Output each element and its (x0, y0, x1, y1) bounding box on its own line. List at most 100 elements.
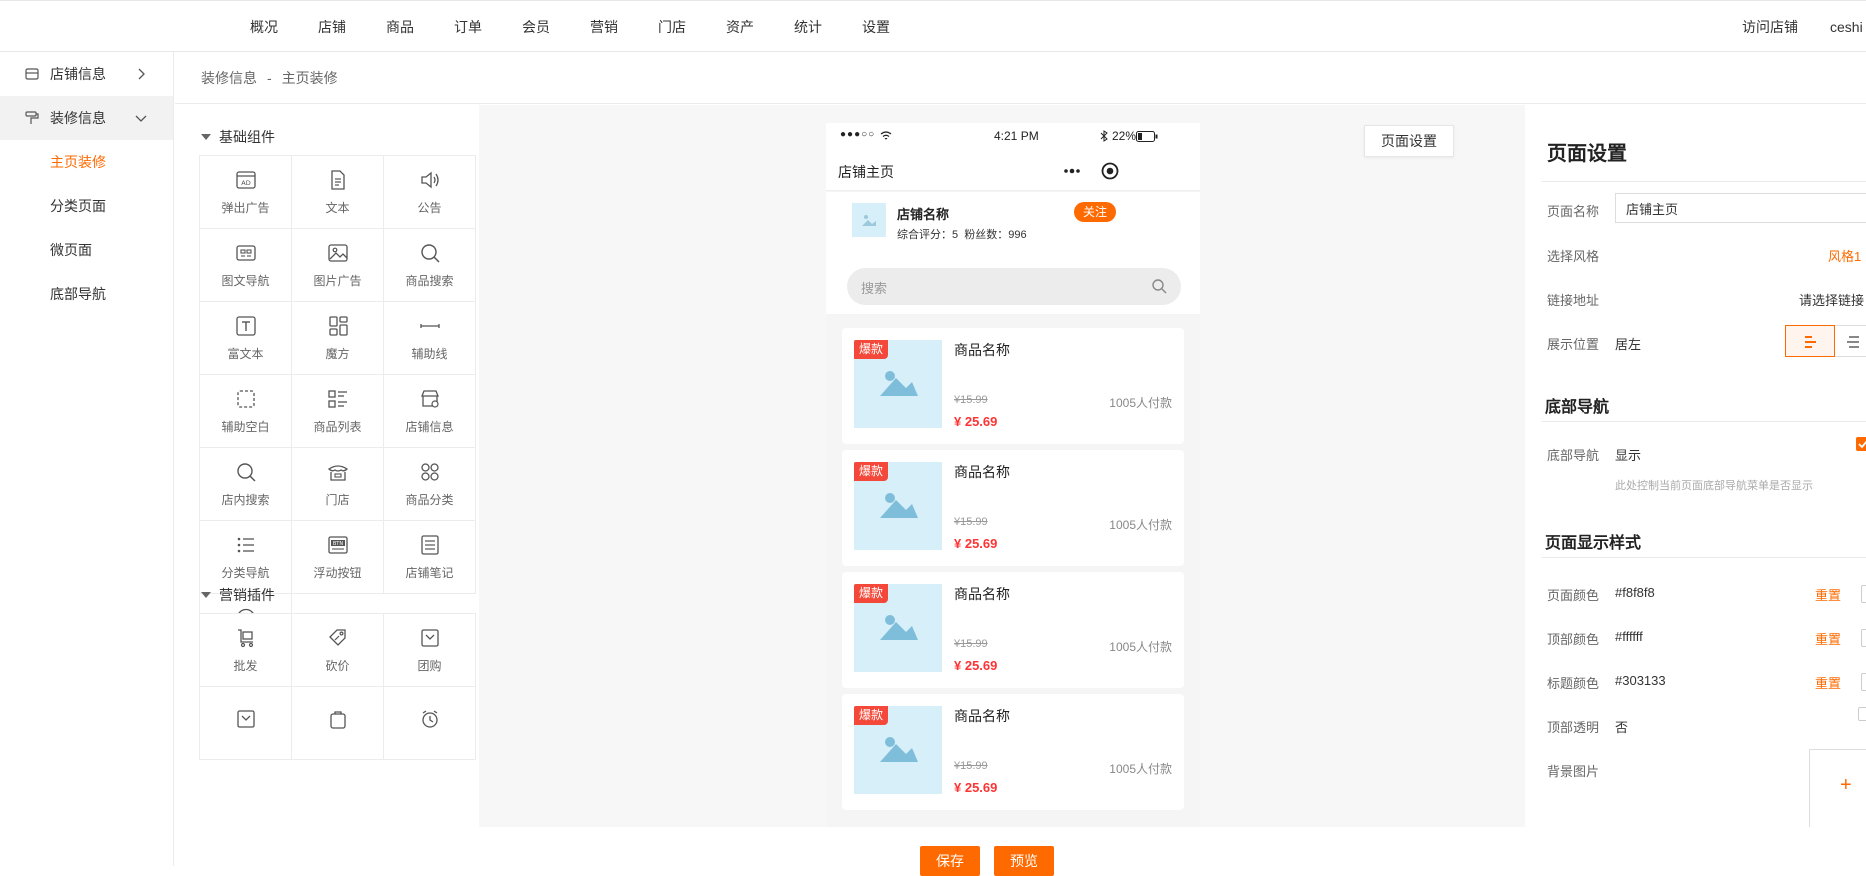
close-target-icon[interactable] (1100, 161, 1120, 181)
plugin-more-2[interactable] (291, 686, 384, 760)
search-icon (236, 462, 256, 482)
component-image-nav[interactable]: 图文导航 (199, 228, 292, 302)
component-text[interactable]: 文本 (291, 155, 384, 229)
nav-item-marketing[interactable]: 营销 (570, 17, 638, 37)
page-name-input[interactable] (1615, 193, 1866, 223)
nav-item-store[interactable]: 店铺 (298, 17, 366, 37)
product-card[interactable]: 爆款 商品名称 ¥15.99 1005人付款 ¥ 25.69 (842, 328, 1184, 444)
nav-item-settings[interactable]: 设置 (842, 17, 910, 37)
component-label: 弹出广告 (221, 200, 270, 215)
preview-button[interactable]: 预览 (994, 846, 1054, 876)
sidebar-item-micro-page[interactable]: 微页面 (0, 228, 173, 272)
sidebar-item-home-decoration[interactable]: 主页装修 (0, 140, 173, 184)
bottom-nav-value: 显示 (1615, 448, 1642, 463)
product-price: ¥ 25.69 (954, 536, 998, 551)
component-goods-category[interactable]: 商品分类 (383, 447, 476, 521)
component-goods-search[interactable]: 商品搜索 (383, 228, 476, 302)
component-in-store-search[interactable]: 店内搜索 (199, 447, 292, 521)
component-notice[interactable]: 公告 (383, 155, 476, 229)
sidebar-item-category-page[interactable]: 分类页面 (0, 184, 173, 228)
product-card[interactable]: 爆款 商品名称 ¥15.99 1005人付款 ¥ 25.69 (842, 694, 1184, 810)
component-popup-ad[interactable]: AD 弹出广告 (199, 155, 292, 229)
nav-item-stats[interactable]: 统计 (774, 17, 842, 37)
page-color-picker[interactable] (1861, 585, 1866, 603)
top-color-picker[interactable] (1861, 629, 1866, 647)
nav-item-goods[interactable]: 商品 (366, 17, 434, 37)
title-color-reset[interactable]: 重置 (1815, 673, 1841, 692)
plugin-more-3[interactable] (383, 686, 476, 760)
component-blank-space[interactable]: 辅助空白 (199, 374, 292, 448)
nav-item-overview[interactable]: 概况 (230, 17, 298, 37)
follow-button[interactable]: 关注 (1074, 202, 1116, 222)
basic-components-header[interactable]: 基础组件 (201, 127, 275, 147)
svg-text:BTN: BTN (332, 541, 342, 547)
phone-search-input[interactable]: 搜索 (847, 268, 1181, 305)
component-label: 辅助空白 (221, 419, 270, 434)
component-store-notes[interactable]: 店铺笔记 (383, 520, 476, 594)
sidebar-item-bottom-nav[interactable]: 底部导航 (0, 272, 173, 316)
nav-item-assets[interactable]: 资产 (706, 17, 774, 37)
title-color-value: #303133 (1615, 673, 1666, 688)
visit-store-link[interactable]: 访问店铺 (1742, 17, 1798, 37)
plugin-bargain[interactable]: 砍价 (291, 613, 384, 687)
product-name: 商品名称 (954, 464, 1010, 480)
align-center-toggle[interactable] (1835, 325, 1866, 357)
store-icon (25, 68, 39, 80)
link-select[interactable]: 请选择链接 (1799, 290, 1864, 309)
bottom-nav-checkbox[interactable] (1856, 437, 1866, 451)
page-setting-button[interactable]: 页面设置 (1364, 125, 1454, 157)
page-color-reset[interactable]: 重置 (1815, 585, 1841, 604)
component-guide-line[interactable]: 辅助线 (383, 301, 476, 375)
component-label: 分类导航 (221, 565, 270, 580)
hot-badge: 爆款 (854, 706, 889, 725)
top-color-reset[interactable]: 重置 (1815, 629, 1841, 648)
component-rich-text[interactable]: 富文本 (199, 301, 292, 375)
product-card[interactable]: 爆款 商品名称 ¥15.99 1005人付款 ¥ 25.69 (842, 450, 1184, 566)
section-title: 基础组件 (219, 129, 275, 145)
position-value: 居左 (1615, 337, 1642, 352)
component-label: 公告 (417, 200, 442, 215)
product-original-price: ¥15.99 (954, 760, 988, 772)
top-transparent-checkbox[interactable] (1858, 707, 1866, 721)
nav-item-orders[interactable]: 订单 (434, 17, 502, 37)
component-category-nav[interactable]: 分类导航 (199, 520, 292, 594)
battery-percent: 22% (1112, 129, 1137, 143)
product-original-price: ¥15.99 (954, 638, 988, 650)
bag-icon (329, 711, 346, 729)
product-price: ¥ 25.69 (954, 780, 998, 795)
divider (1541, 421, 1866, 422)
marketing-plugins-header[interactable]: 营销插件 (201, 585, 275, 605)
title-color-picker[interactable] (1861, 673, 1866, 691)
shop-name: 店铺名称 (897, 207, 950, 222)
save-button[interactable]: 保存 (920, 846, 980, 876)
phone-status-bar: ●●●○○ 4:21 PM 22% (826, 123, 1200, 151)
plugin-group-buy[interactable]: 团购 (383, 613, 476, 687)
more-dots-icon[interactable] (1062, 163, 1082, 179)
component-store-info[interactable]: 店铺信息 (383, 374, 476, 448)
envelope-icon (236, 710, 255, 728)
sidebar-group-decoration[interactable]: 装修信息 (0, 96, 173, 140)
product-price: ¥ 25.69 (954, 414, 998, 429)
plugin-wholesale[interactable]: 批发 (199, 613, 292, 687)
bg-image-upload[interactable]: + (1809, 749, 1866, 827)
component-floating-button[interactable]: BTN 浮动按钮 (291, 520, 384, 594)
top-color-value: #ffffff (1615, 629, 1643, 644)
user-name[interactable]: ceshi (1830, 19, 1863, 35)
nav-item-stores[interactable]: 门店 (638, 17, 706, 37)
plugin-more-1[interactable] (199, 686, 292, 760)
component-image-ad[interactable]: 图片广告 (291, 228, 384, 302)
product-card[interactable]: 爆款 商品名称 ¥15.99 1005人付款 ¥ 25.69 (842, 572, 1184, 688)
nav-item-members[interactable]: 会员 (502, 17, 570, 37)
align-left-toggle[interactable] (1785, 325, 1835, 357)
component-magic-cube[interactable]: 魔方 (291, 301, 384, 375)
component-store[interactable]: 门店 (291, 447, 384, 521)
sidebar-group-store-info[interactable]: 店铺信息 (0, 52, 173, 96)
product-sold-count: 1005人付款 (1109, 762, 1172, 776)
breadcrumb-parent[interactable]: 装修信息 (201, 68, 257, 88)
ad-icon: AD (235, 170, 256, 189)
breadcrumb-separator: - (267, 69, 272, 86)
phone-page-title: 店铺主页 (838, 164, 894, 180)
component-goods-list[interactable]: 商品列表 (291, 374, 384, 448)
title-color-label: 标题颜色 (1547, 676, 1600, 691)
style-value[interactable]: 风格1 (1828, 246, 1861, 265)
